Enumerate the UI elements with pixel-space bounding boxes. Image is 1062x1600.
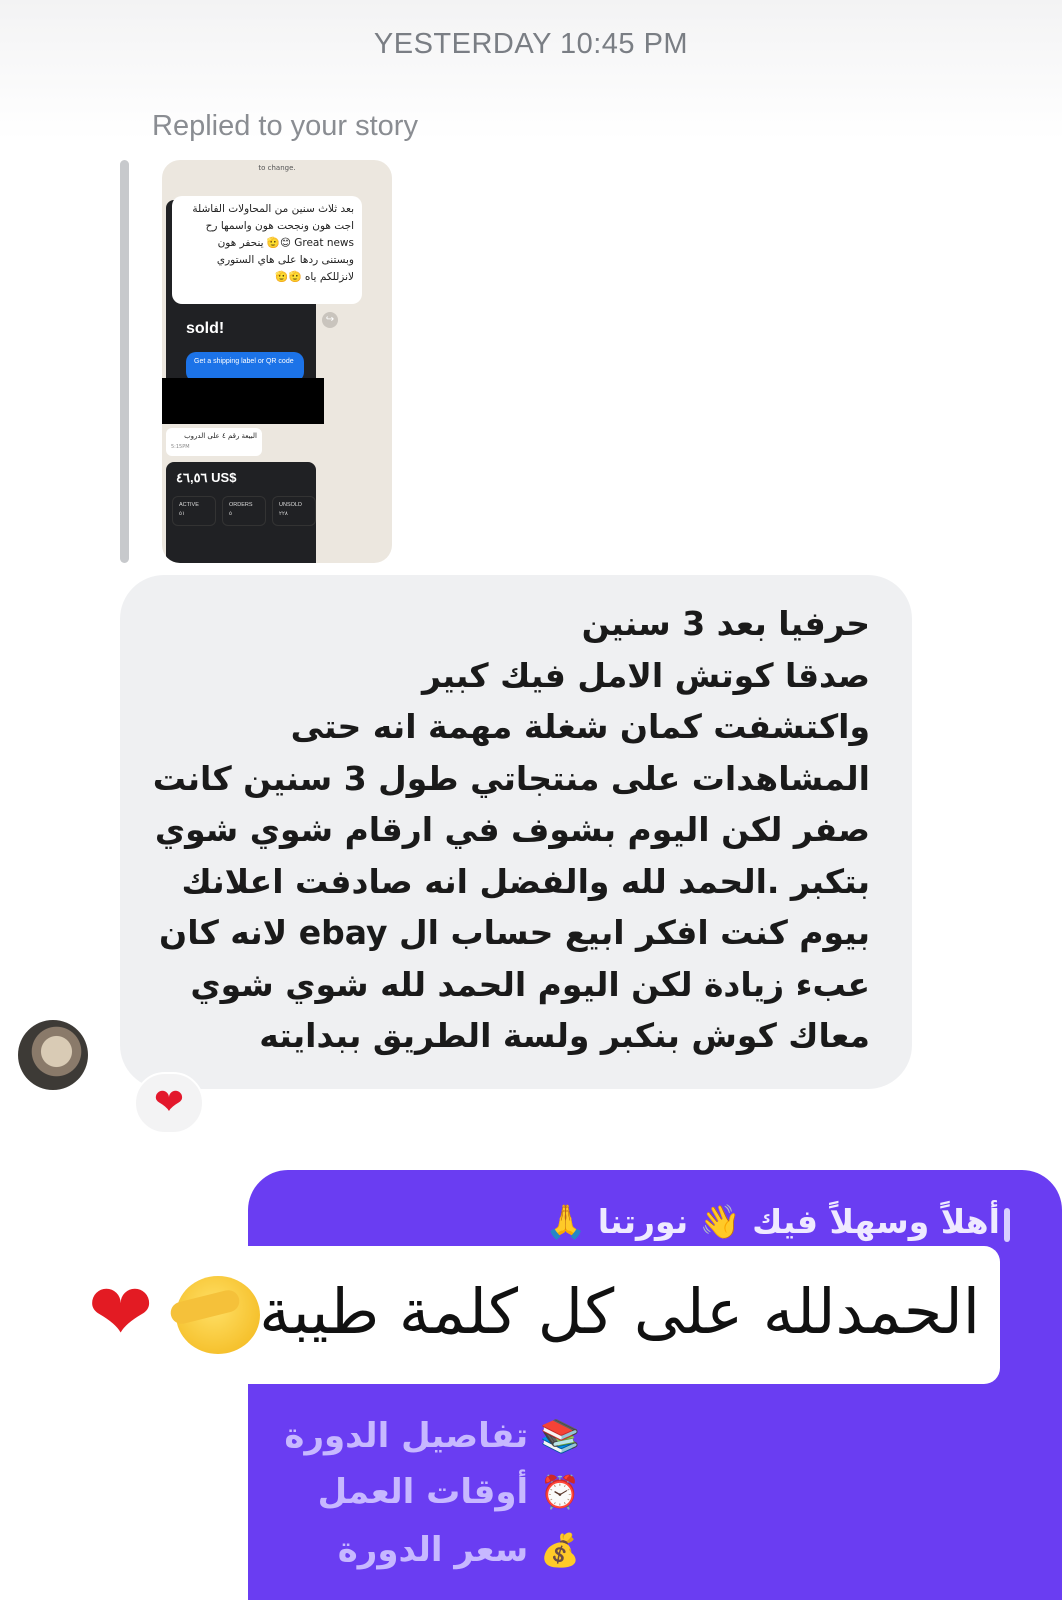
menu-item-course-price[interactable]: 💰 سعر الدورة: [280, 1524, 580, 1576]
story-sold-text: sold!: [186, 320, 225, 337]
menu-item-label: سعر الدورة: [337, 1530, 529, 1570]
books-icon: 📚: [540, 1417, 580, 1455]
heart-reaction-icon[interactable]: ❤: [134, 1072, 204, 1134]
stat-value: ٥: [229, 511, 232, 517]
stat-label: ACTIVE: [179, 502, 199, 508]
stat-label: ORDERS: [229, 502, 253, 508]
redaction-box: [162, 378, 324, 424]
story-message-time: 5:15PM: [171, 444, 190, 450]
sticker-text: الحمدلله على كل كلمة طيبة: [259, 1275, 980, 1348]
story-text-bubble: بعد ثلاث سنين من المحاولات الفاشلة اجت ه…: [172, 196, 362, 304]
story-stat: ACTIVE ٥١: [172, 496, 216, 526]
money-bag-icon: 💰: [540, 1531, 580, 1569]
story-stats-card: ٤٦,٥٦ US$ ACTIVE ٥١ ORDERS ٥ UNSOLD ٢٢٨: [166, 462, 316, 563]
story-message: البيعة رقم ٤ على الدروب 5:15PM: [166, 428, 262, 456]
stat-value: ٥١: [179, 511, 185, 517]
stat-value: ٢٢٨: [279, 511, 288, 517]
story-reply-bar: [120, 160, 129, 563]
incoming-message-text: حرفيا بعد 3 سنين صدقا كوتش الامل فيك كبي…: [152, 604, 870, 1055]
menu-item-working-hours[interactable]: ⏰ أوقات العمل: [280, 1466, 580, 1518]
stat-label: UNSOLD: [279, 502, 302, 508]
alarm-clock-icon: ⏰: [540, 1473, 580, 1511]
story-thumbnail[interactable]: to change. sold! Get a shipping label or…: [162, 160, 392, 563]
salute-face-icon: [176, 1276, 260, 1354]
replied-to-story-label: Replied to your story: [152, 110, 418, 142]
menu-item-label: تفاصيل الدورة: [284, 1416, 529, 1456]
sender-avatar[interactable]: [18, 1020, 88, 1090]
story-message-text: البيعة رقم ٤ على الدروب: [184, 432, 257, 440]
story-amount: ٤٦,٥٦ US$: [176, 470, 237, 485]
story-stat: ORDERS ٥: [222, 496, 266, 526]
welcome-line: أهلاً وسهلاً فيك 👋 نورتنا 🙏: [545, 1202, 1000, 1241]
red-heart-icon: ❤: [88, 1268, 154, 1358]
message-timestamp: YESTERDAY 10:45 PM: [373, 28, 689, 60]
quote-bar: [1004, 1208, 1010, 1242]
menu-item-course-details[interactable]: 📚 تفاصيل الدورة: [280, 1410, 580, 1462]
story-top-caption: to change.: [258, 164, 296, 172]
story-stat: UNSOLD ٢٢٨: [272, 496, 316, 526]
forward-icon: ↪: [322, 312, 338, 328]
menu-item-label: أوقات العمل: [317, 1472, 529, 1512]
